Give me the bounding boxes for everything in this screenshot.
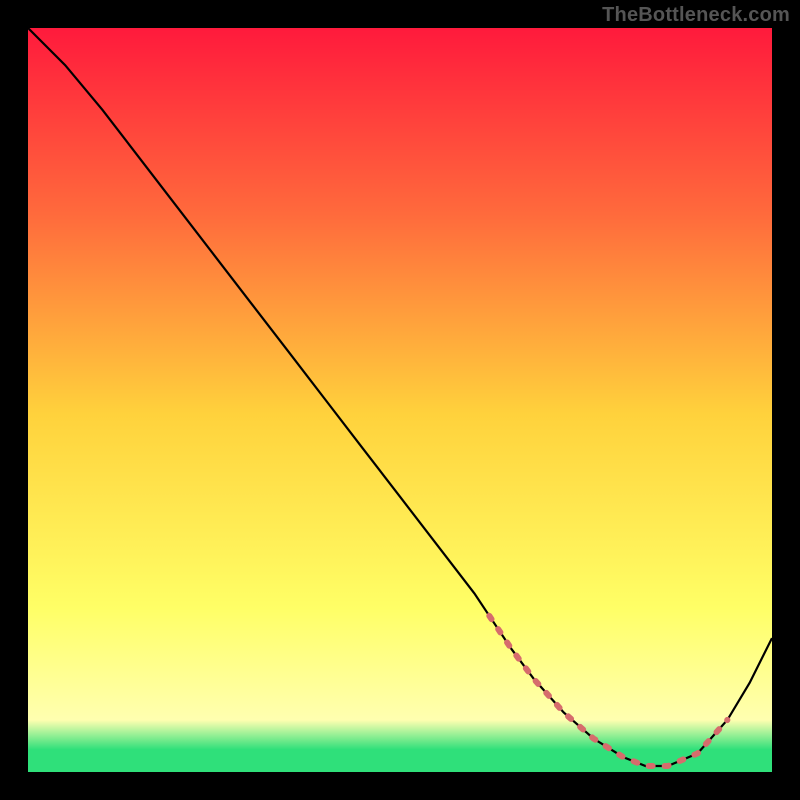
watermark-text: TheBottleneck.com [602,4,790,27]
gradient-background [28,28,772,772]
chart-svg [28,28,772,772]
chart-frame: TheBottleneck.com [0,0,800,800]
plot-area [28,28,772,772]
